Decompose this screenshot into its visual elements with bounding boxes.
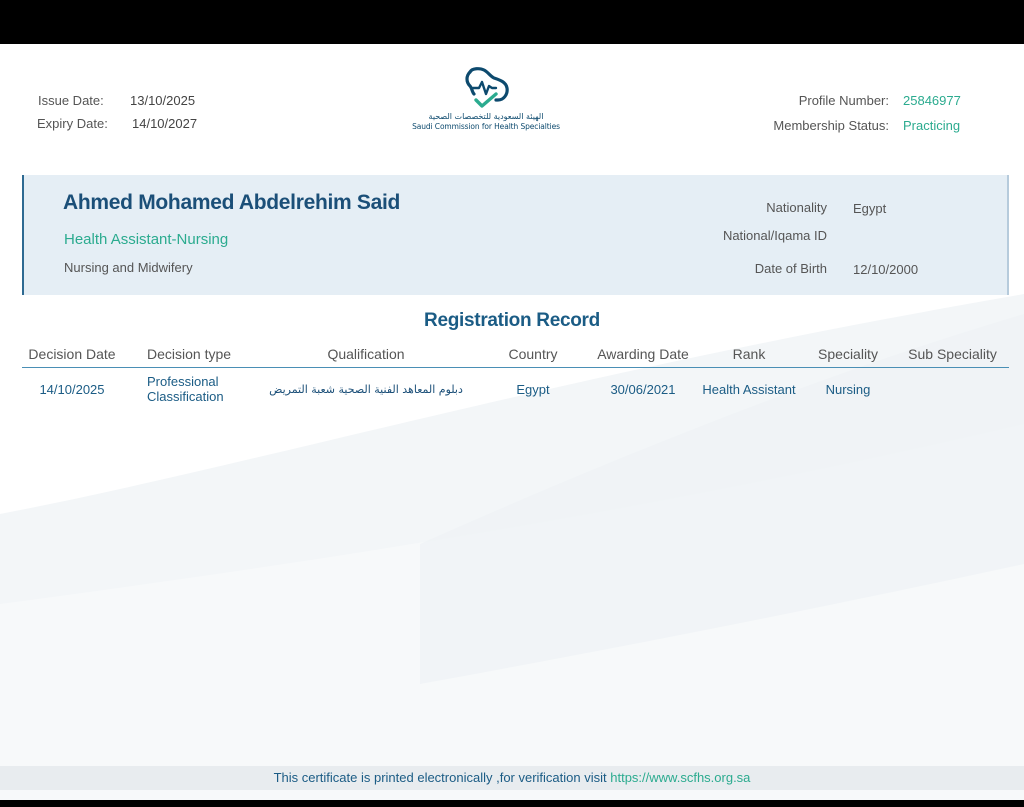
- certificate-page: Issue Date: 13/10/2025 Expiry Date: 14/1…: [0, 44, 1024, 800]
- bottom-black-bar: [0, 800, 1024, 807]
- col-awarding-date: Awarding Date: [597, 346, 689, 362]
- issue-date-value: 13/10/2025: [130, 93, 196, 108]
- issue-date-row: Issue Date: 13/10/2025: [38, 89, 197, 112]
- profile-details: Nationality Egypt National/Iqama ID Date…: [607, 175, 1007, 295]
- verification-footer: This certificate is printed electronical…: [0, 766, 1024, 790]
- cell-decision-date: 14/10/2025: [39, 381, 105, 397]
- cell-country: Egypt: [516, 381, 550, 397]
- table-header: Decision Date Decision type Qualificatio…: [22, 341, 1009, 368]
- expiry-date-row: Expiry Date: 14/10/2027: [37, 112, 198, 135]
- logo-arabic-name: الهيئة السعودية للتخصصات الصحية: [428, 112, 544, 121]
- registration-table: Decision Date Decision type Qualificatio…: [22, 341, 1009, 410]
- col-speciality: Speciality: [818, 346, 878, 362]
- col-sub-speciality: Sub Speciality: [908, 346, 997, 362]
- verification-link[interactable]: https://www.scfhs.org.sa: [610, 770, 750, 785]
- practitioner-name: Ahmed Mohamed Abdelrehim Said: [63, 191, 401, 214]
- profile-number-label: Profile Number:: [798, 93, 889, 108]
- background-swoosh: [0, 294, 1024, 800]
- national-id-label: National/Iqama ID: [722, 228, 827, 243]
- col-decision-type: Decision type: [147, 346, 232, 362]
- expiry-date-value: 14/10/2027: [132, 116, 198, 131]
- col-country: Country: [508, 346, 558, 362]
- membership-status-label: Membership Status:: [773, 118, 889, 133]
- membership-status-value: Practicing: [903, 118, 961, 133]
- cell-speciality: Nursing: [825, 381, 871, 397]
- issue-date-label: Issue Date:: [38, 93, 104, 108]
- nationality-label: Nationality: [766, 200, 827, 215]
- profile-number-block: Profile Number: 25846977 Membership Stat…: [773, 88, 964, 138]
- col-qualification: Qualification: [327, 346, 405, 362]
- cell-decision-type: Professional Classification: [147, 374, 224, 404]
- logo-english-name: Saudi Commission for Health Specialties: [412, 122, 560, 131]
- nationality-value: Egypt: [853, 201, 887, 216]
- scfhs-logo: الهيئة السعودية للتخصصات الصحية Saudi Co…: [404, 66, 568, 142]
- cell-rank: Health Assistant: [702, 381, 796, 397]
- profile-number-row: Profile Number: 25846977: [773, 88, 964, 113]
- issue-expiry-block: Issue Date: 13/10/2025 Expiry Date: 14/1…: [37, 89, 198, 135]
- col-decision-date: Decision Date: [28, 346, 116, 362]
- membership-status-row: Membership Status: Practicing: [773, 113, 964, 138]
- map-heartbeat-logo-icon: [465, 67, 509, 108]
- dob-value: 12/10/2000: [853, 262, 919, 277]
- footer-text: This certificate is printed electronical…: [273, 770, 611, 785]
- practitioner-title: Health Assistant-Nursing: [64, 231, 229, 248]
- cell-qualification: دبلوم المعاهد الفنية الصحية شعبة التمريض: [269, 382, 463, 396]
- cell-awarding-date: 30/06/2021: [610, 381, 676, 397]
- profile-panel: Ahmed Mohamed Abdelrehim Said Health Ass…: [22, 175, 1009, 295]
- practitioner-department: Nursing and Midwifery: [64, 260, 193, 275]
- col-rank: Rank: [732, 346, 766, 362]
- registration-record-title: Registration Record: [424, 310, 600, 331]
- table-row: 14/10/2025 Professional Classification د…: [22, 368, 1009, 410]
- dob-label: Date of Birth: [754, 261, 827, 276]
- expiry-date-label: Expiry Date:: [37, 116, 108, 131]
- profile-number-value: 25846977: [903, 93, 961, 108]
